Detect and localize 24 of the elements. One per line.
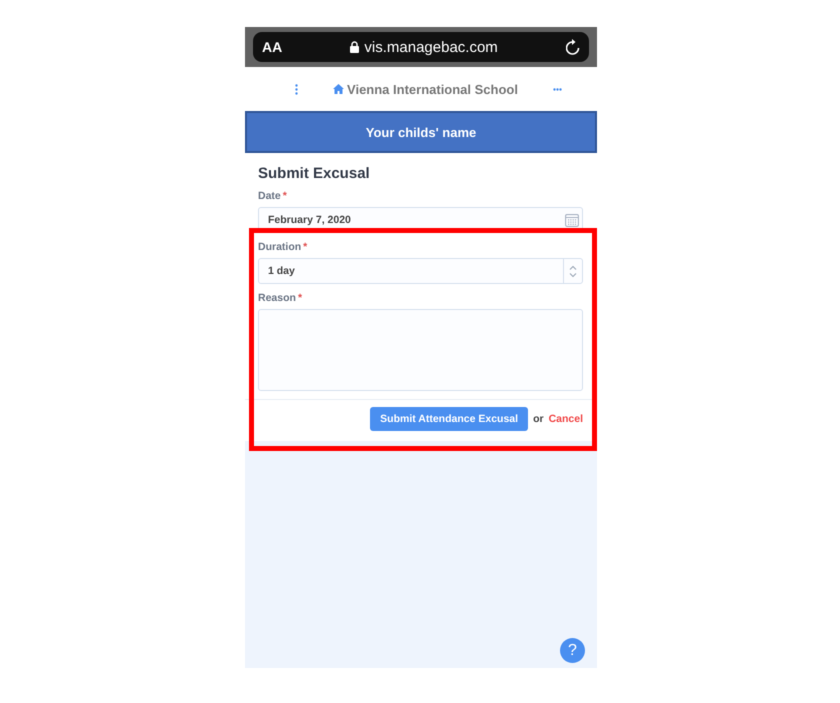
or-text: or [533,413,544,425]
field-value: February 7, 2020 [268,214,351,226]
field-label: Date [258,190,281,202]
more-icon[interactable] [553,88,562,90]
field-label: Reason [258,292,296,304]
school-name: Vienna International School [347,82,518,96]
field-label: Duration [258,241,302,253]
banner-text: Your childs' name [366,124,476,140]
home-icon[interactable] [333,84,344,94]
required-mark: * [282,190,287,202]
form-title: Submit Excusal [258,165,371,182]
url-text: vis.managebac.com [364,38,498,56]
reload-icon[interactable] [566,39,580,55]
vertical-dots-icon[interactable] [295,84,298,94]
calendar-icon[interactable] [565,213,579,227]
duration-select[interactable]: 1 day [258,258,583,284]
address-bar[interactable]: AA vis.managebac.com [253,32,589,62]
lock-icon [350,41,360,53]
required-mark: * [298,292,302,304]
cancel-link[interactable]: Cancel [548,413,583,425]
text-size-button[interactable]: AA [262,39,282,55]
required-mark: * [303,241,308,253]
field-value: 1 day [268,265,295,277]
up-down-icon [569,264,577,278]
